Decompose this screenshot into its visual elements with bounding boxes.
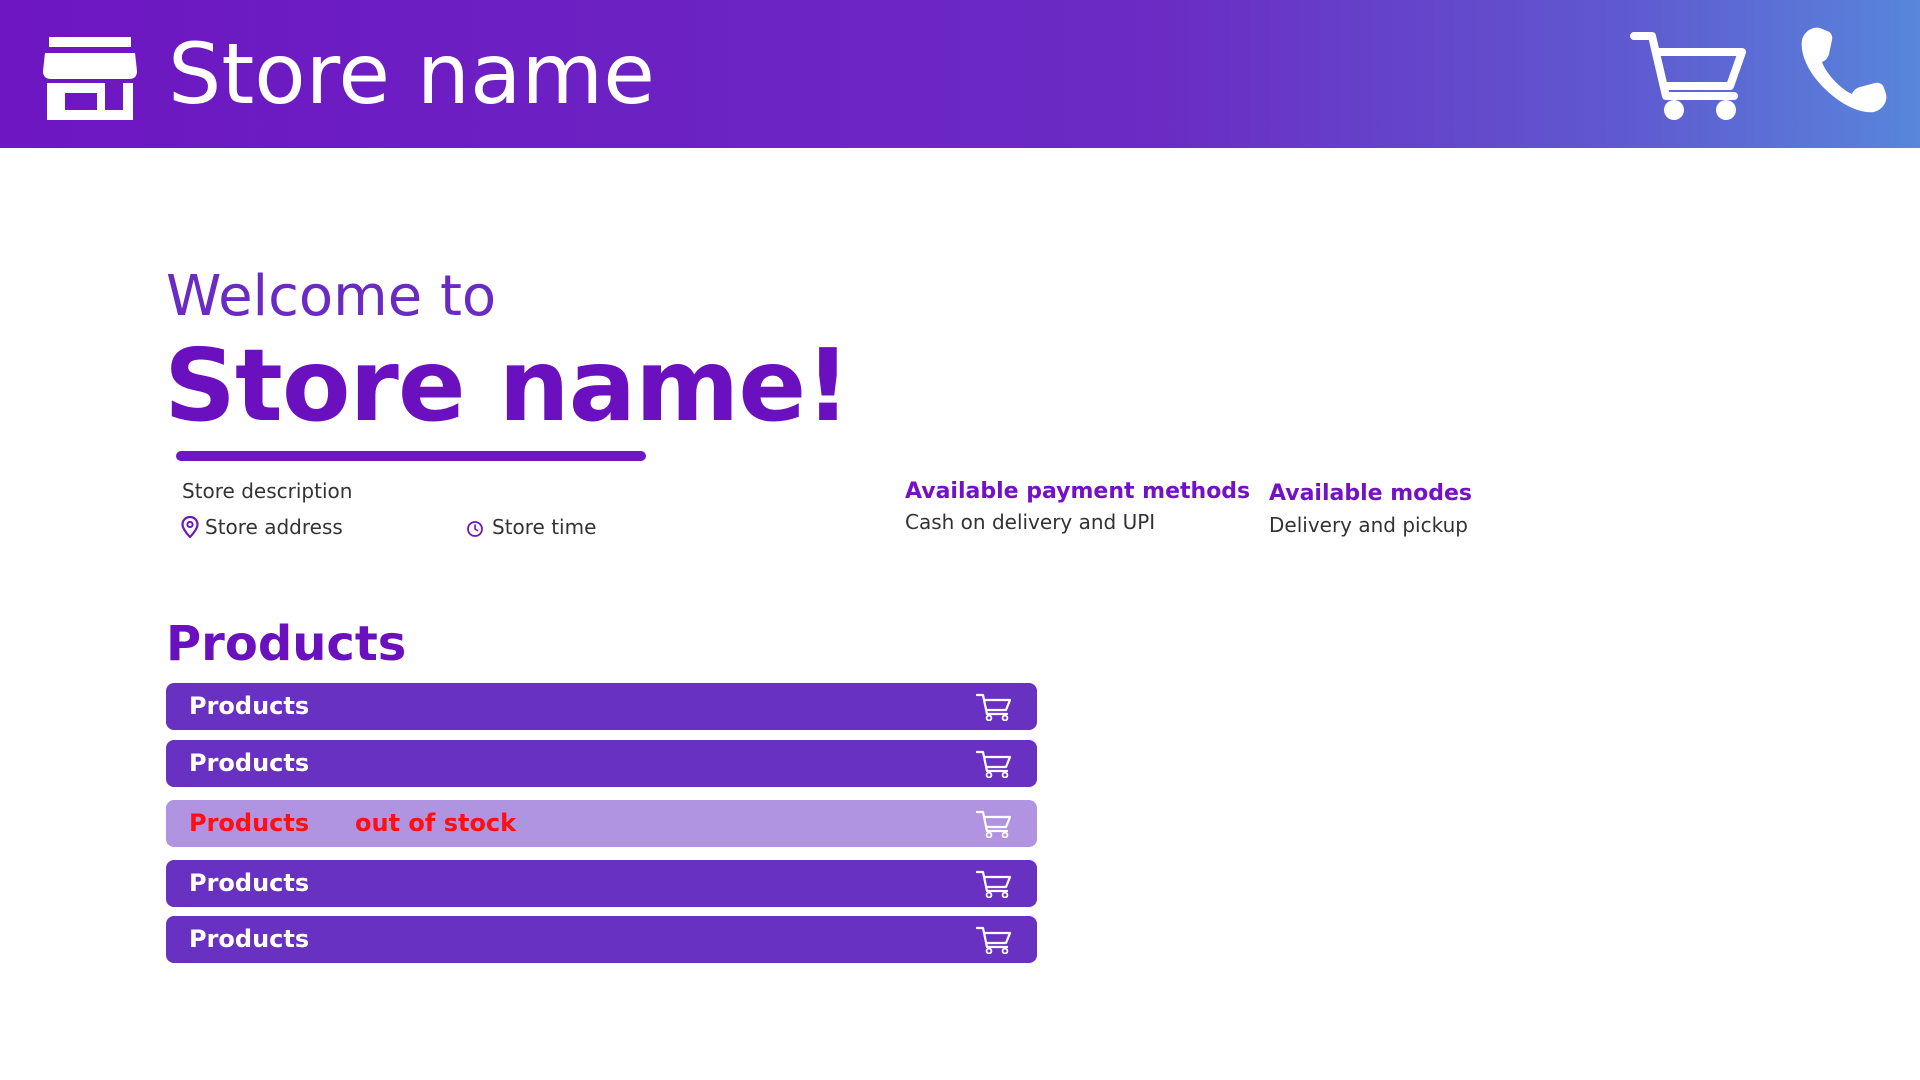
products-heading: Products <box>166 616 407 672</box>
welcome-text: Welcome to <box>166 264 497 329</box>
payment-methods-value: Cash on delivery and UPI <box>905 510 1156 534</box>
add-to-cart-icon[interactable] <box>976 926 1012 954</box>
available-modes-heading: Available modes <box>1269 481 1473 506</box>
header-store-name: Store name <box>168 25 655 123</box>
cart-icon[interactable] <box>1630 30 1748 122</box>
product-row[interactable]: Products <box>166 683 1037 730</box>
product-name: Products <box>189 809 310 837</box>
hero-store-name: Store name! <box>164 327 851 444</box>
store-description: Store description <box>182 479 353 503</box>
phone-icon[interactable] <box>1798 24 1890 116</box>
add-to-cart-icon[interactable] <box>976 750 1012 778</box>
payment-methods-heading: Available payment methods <box>905 479 1251 504</box>
clock-icon <box>467 521 483 537</box>
add-to-cart-icon[interactable] <box>976 810 1012 838</box>
title-underline <box>176 451 646 461</box>
product-row[interactable]: Products <box>166 860 1037 907</box>
product-name: Products <box>189 692 310 720</box>
product-row[interactable]: Products <box>166 740 1037 787</box>
product-name: Products <box>189 749 310 777</box>
product-row-out-of-stock[interactable]: Products out of stock <box>166 800 1037 847</box>
available-modes-value: Delivery and pickup <box>1269 513 1468 537</box>
store-time: Store time <box>492 515 597 539</box>
add-to-cart-icon[interactable] <box>976 693 1012 721</box>
product-row[interactable]: Products <box>166 916 1037 963</box>
store-address: Store address <box>205 515 343 539</box>
product-name: Products <box>189 925 310 953</box>
out-of-stock-label: out of stock <box>355 809 517 837</box>
add-to-cart-icon[interactable] <box>976 870 1012 898</box>
map-pin-icon <box>181 516 199 538</box>
store-icon <box>43 37 137 120</box>
product-name: Products <box>189 869 310 897</box>
top-header: Store name <box>0 0 1920 148</box>
